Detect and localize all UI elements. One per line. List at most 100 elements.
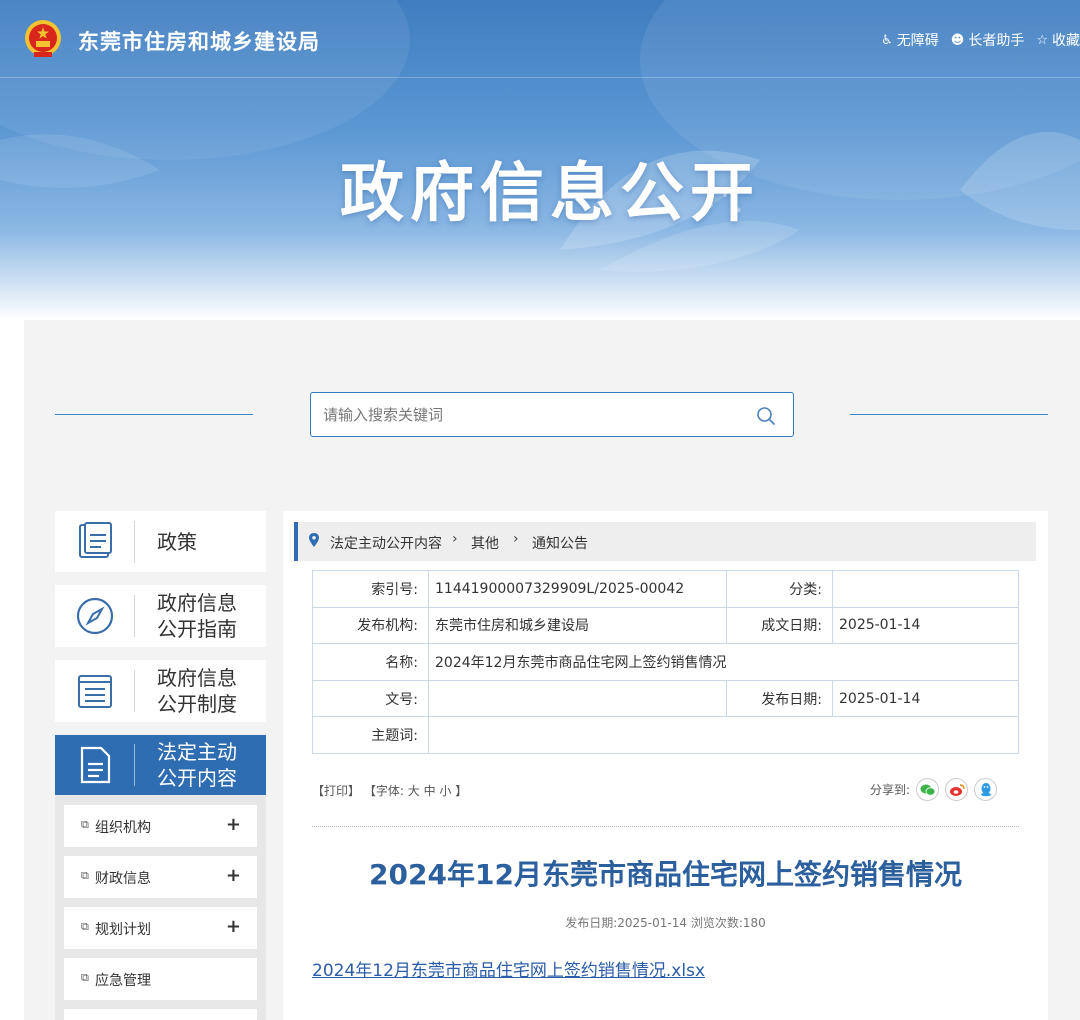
meta-value [428, 716, 1019, 754]
font-large-button[interactable]: 大 [408, 784, 420, 798]
meta-label: 名称: [312, 643, 429, 681]
meta-value: 2024年12月东莞市商品住宅网上签约销售情况 [428, 643, 1019, 681]
submenu-label: 组织机构 [95, 820, 151, 836]
header-banner: 东莞市住房和城乡建设局 ♿ 无障碍 ☻ 长者助手 ☆ 收藏 政府信息公开 [0, 0, 1080, 320]
meta-value [832, 570, 1019, 608]
copy-icon: ⧉ [81, 818, 89, 831]
elder-assist-button[interactable]: ☻ 长者助手 [951, 30, 1025, 50]
meta-label: 发布机构: [312, 606, 429, 645]
list-document-icon [78, 675, 112, 708]
font-medium-button[interactable]: 中 [424, 784, 436, 798]
search-input[interactable] [323, 393, 743, 436]
sidebar-item-disclosure-system[interactable]: 政府信息 公开制度 [55, 660, 266, 722]
meta-value: 2025-01-14 [832, 606, 1019, 645]
weibo-icon [949, 783, 965, 796]
meta-label: 分类: [726, 570, 833, 608]
share-bar: 分享到: [870, 778, 998, 801]
meta-value: 东莞市住房和城乡建设局 [428, 606, 727, 645]
submenu-item-planning[interactable]: ⧉ 规划计划 + [64, 907, 257, 949]
label-line-2: 公开指南 [157, 617, 237, 641]
article-info: 发布日期:2025-01-14 浏览次数:180 [565, 916, 766, 930]
elder-icon: ☻ [950, 32, 965, 48]
meta-label: 成文日期: [726, 606, 833, 645]
table-row: 主题词: [312, 716, 1019, 754]
breadcrumb-item[interactable]: 通知公告 [532, 533, 588, 553]
meta-label: 主题词: [312, 716, 429, 754]
table-row: 名称: 2024年12月东莞市商品住宅网上签约销售情况 [312, 643, 1019, 681]
search-box [310, 392, 794, 437]
meta-label: 索引号: [312, 570, 429, 608]
meta-label: 发布日期: [726, 679, 833, 718]
font-size-suffix: 】 [455, 784, 468, 798]
compass-icon [76, 597, 114, 635]
sidebar-item-policy[interactable]: 政策 [55, 511, 266, 572]
favorite-button[interactable]: ☆ 收藏 [1036, 30, 1080, 50]
accessibility-button[interactable]: ♿ 无障碍 [881, 30, 939, 50]
submenu-item-organization[interactable]: ⧉ 组织机构 + [64, 805, 257, 847]
table-row: 索引号: 11441900007329909L/2025-00042 分类: [312, 570, 1019, 608]
share-label: 分享到: [870, 783, 911, 797]
accessibility-label: 无障碍 [896, 33, 939, 49]
document-meta-table: 索引号: 11441900007329909L/2025-00042 分类: 发… [312, 570, 1019, 754]
label-line-1: 政府信息 [157, 666, 237, 690]
expand-button[interactable]: + [226, 865, 241, 886]
breadcrumb: 法定主动公开内容 › 其他 › 通知公告 [294, 522, 1036, 561]
sidebar-item-label: 政策 [157, 530, 197, 554]
label-line-1: 政府信息 [157, 591, 237, 615]
weibo-share-button[interactable] [945, 778, 969, 801]
search-icon[interactable] [755, 405, 777, 427]
search-decor-line-right [850, 414, 1048, 415]
wechat-share-button[interactable] [916, 778, 940, 801]
sidebar-item-label: 政府信息 公开制度 [157, 665, 237, 717]
national-emblem-icon [25, 20, 61, 57]
sidebar-item-statutory-disclosure[interactable]: 法定主动 公开内容 [55, 735, 266, 795]
chevron-right-icon: › [513, 531, 519, 547]
book-icon [79, 522, 112, 558]
article-tools: 【打印】 【字体: 大 中 小 】 [312, 782, 467, 799]
sidebar-divider [134, 744, 135, 786]
font-small-button[interactable]: 小 [439, 784, 451, 798]
submenu-label: 应急管理 [95, 973, 151, 989]
expand-button[interactable]: + [226, 916, 241, 937]
sidebar-divider [134, 670, 135, 712]
elder-assist-label: 长者助手 [968, 33, 1025, 49]
star-icon: ☆ [1036, 32, 1048, 48]
table-row: 文号: 发布日期: 2025-01-14 [312, 679, 1019, 718]
submenu-label: 财政信息 [95, 871, 151, 887]
header-toolbar: ♿ 无障碍 ☻ 长者助手 ☆ 收藏 [881, 30, 1080, 50]
sidebar-item-disclosure-guide[interactable]: 政府信息 公开指南 [55, 585, 266, 647]
submenu-item-finance[interactable]: ⧉ 财政信息 + [64, 856, 257, 898]
font-size-prefix: 【字体: [363, 784, 404, 798]
top-bar: 东莞市住房和城乡建设局 ♿ 无障碍 ☻ 长者助手 ☆ 收藏 [0, 0, 1080, 78]
submenu-item-next[interactable] [64, 1009, 257, 1020]
wheelchair-icon: ♿ [881, 32, 893, 48]
label-line-2: 公开内容 [157, 766, 237, 790]
chevron-right-icon: › [452, 531, 458, 547]
banner-title: 政府信息公开 [340, 157, 760, 231]
label-line-2: 公开制度 [157, 692, 237, 716]
site-name[interactable]: 东莞市住房和城乡建设局 [78, 26, 320, 56]
breadcrumb-item[interactable]: 其他 [471, 533, 499, 553]
attachment-link[interactable]: 2024年12月东莞市商品住宅网上签约销售情况.xlsx [312, 956, 705, 981]
submenu-label: 规划计划 [95, 922, 151, 938]
sidebar-item-label: 政府信息 公开指南 [157, 590, 237, 642]
qq-icon [980, 783, 991, 797]
sidebar-divider [134, 521, 135, 563]
copy-icon: ⧉ [81, 869, 89, 882]
expand-button[interactable]: + [226, 814, 241, 835]
copy-icon: ⧉ [81, 920, 89, 933]
article-title: 2024年12月东莞市商品住宅网上签约销售情况 [369, 858, 962, 891]
breadcrumb-item[interactable]: 法定主动公开内容 [330, 533, 442, 553]
submenu-item-emergency[interactable]: ⧉ 应急管理 [64, 958, 257, 1000]
wechat-icon [920, 784, 935, 796]
qq-share-button[interactable] [974, 778, 998, 801]
meta-label: 文号: [312, 679, 429, 718]
favorite-label: 收藏 [1052, 33, 1080, 49]
divider [312, 826, 1019, 827]
meta-value: 11441900007329909L/2025-00042 [428, 570, 727, 608]
meta-value [428, 679, 727, 718]
meta-value: 2025-01-14 [832, 679, 1019, 718]
print-button[interactable]: 【打印】 [312, 784, 360, 798]
sidebar-submenu: ⧉ 组织机构 + ⧉ 财政信息 + ⧉ 规划计划 + ⧉ 应急管理 [55, 795, 266, 1020]
table-row: 发布机构: 东莞市住房和城乡建设局 成文日期: 2025-01-14 [312, 606, 1019, 645]
